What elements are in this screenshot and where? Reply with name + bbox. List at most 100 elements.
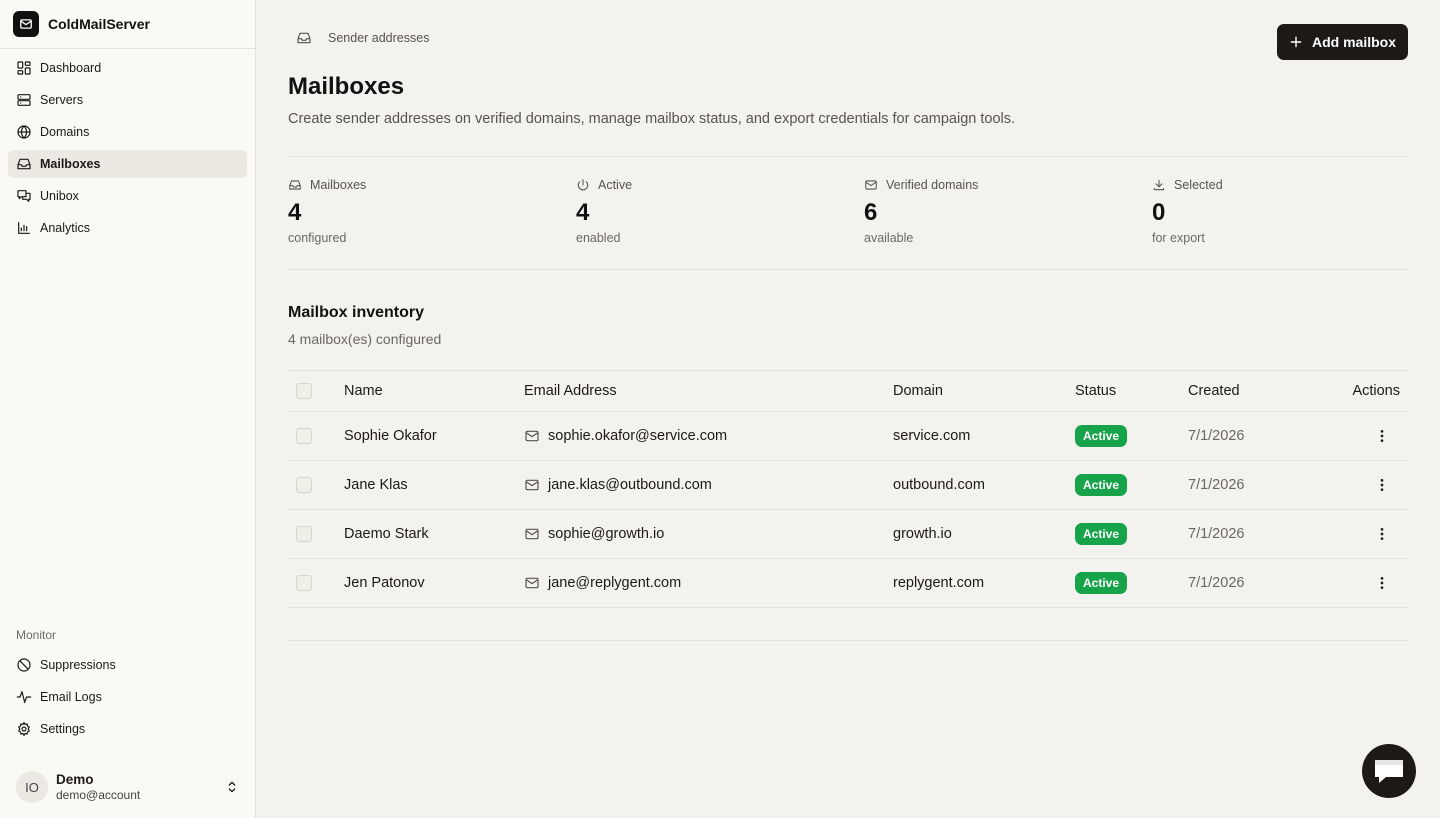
stat-selected: Selected 0 for export — [1152, 177, 1412, 245]
status-badge: Active — [1075, 523, 1128, 545]
mail-icon — [525, 528, 539, 540]
stat-sub: enabled — [576, 231, 621, 245]
divider — [288, 156, 1408, 157]
mail-icon — [525, 479, 539, 491]
stat-label: Active — [598, 178, 633, 192]
chart-icon — [18, 222, 30, 234]
select-all-checkbox[interactable] — [296, 383, 312, 399]
sidebar-item-suppressions[interactable]: Suppressions — [8, 651, 247, 679]
stat-sub: available — [864, 231, 914, 245]
stat-active: Active 4 enabled — [576, 177, 836, 245]
status-badge: Active — [1075, 425, 1128, 447]
dashboard-icon — [17, 61, 31, 75]
sidebar-item-mailboxes[interactable]: Mailboxes — [8, 150, 247, 178]
avatar: IO — [16, 771, 48, 803]
breadcrumb: Sender addresses — [296, 30, 429, 46]
mailbox-domain: replygent.com — [893, 575, 985, 591]
activity-icon — [16, 691, 32, 703]
sidebar-item-domains[interactable]: Domains — [8, 118, 247, 146]
status-badge: Active — [1075, 474, 1128, 496]
mail-icon — [525, 577, 539, 589]
plus-icon — [1290, 36, 1302, 48]
table-row[interactable]: Jen Patonov jane@replygent.com replygent… — [288, 559, 1408, 608]
more-vertical-icon[interactable] — [1374, 526, 1390, 542]
user-name: Demo — [56, 771, 94, 787]
divider — [288, 640, 1408, 641]
sidebar-item-label: Suppressions — [40, 658, 116, 672]
mailbox-email: sophie.okafor@service.com — [548, 428, 728, 444]
chat-bubble-icon — [1375, 760, 1403, 783]
mailbox-email: sophie@growth.io — [548, 526, 665, 542]
inventory-title: Mailbox inventory — [288, 304, 425, 321]
mailbox-name: Jen Patonov — [344, 575, 425, 591]
stat-value: 0 — [1152, 199, 1166, 226]
main-nav: Dashboard Servers Domains Mailboxes Unib… — [8, 54, 247, 246]
more-vertical-icon[interactable] — [1374, 575, 1390, 591]
mailbox-domain: outbound.com — [893, 477, 985, 493]
table-row[interactable]: Daemo Stark sophie@growth.io growth.io A… — [288, 510, 1408, 559]
mail-logo-icon — [13, 11, 39, 37]
sidebar-item-analytics[interactable]: Analytics — [8, 214, 247, 242]
globe-icon — [17, 125, 31, 139]
add-mailbox-button[interactable]: Add mailbox — [1277, 24, 1408, 60]
stat-sub: configured — [288, 231, 347, 245]
main-content: Sender addresses Add mailbox Mailboxes C… — [256, 0, 1440, 818]
stat-value: 4 — [576, 199, 590, 226]
user-menu[interactable]: IO Demo demo@account — [16, 770, 240, 804]
sidebar-item-email-logs[interactable]: Email Logs — [8, 683, 247, 711]
row-checkbox[interactable] — [296, 526, 312, 542]
sidebar: ColdMailServer Dashboard Servers Domains… — [0, 0, 256, 818]
mailbox-created: 7/1/2026 — [1188, 477, 1245, 493]
column-header-domain[interactable]: Domain — [893, 371, 943, 411]
stat-value: 6 — [864, 199, 878, 226]
inbox-icon — [289, 180, 301, 190]
table-row[interactable]: Sophie Okafor sophie.okafor@service.com … — [288, 412, 1408, 461]
chat-icon — [17, 190, 31, 202]
stat-mailboxes: Mailboxes 4 configured — [288, 177, 548, 245]
sidebar-item-unibox[interactable]: Unibox — [8, 182, 247, 210]
server-icon — [17, 94, 31, 106]
stat-label: Mailboxes — [310, 178, 367, 192]
more-vertical-icon[interactable] — [1374, 428, 1390, 444]
more-vertical-icon[interactable] — [1374, 477, 1390, 493]
inventory-subtitle: 4 mailbox(es) configured — [288, 331, 442, 347]
divider — [288, 269, 1408, 270]
sidebar-item-servers[interactable]: Servers — [8, 86, 247, 114]
monitor-nav: Suppressions Email Logs Settings — [8, 651, 247, 747]
sidebar-item-label: Mailboxes — [40, 157, 101, 171]
mailbox-name: Sophie Okafor — [344, 428, 437, 444]
mailbox-created: 7/1/2026 — [1188, 526, 1245, 542]
mailbox-table: Name Email Address Domain Status Created… — [288, 370, 1408, 608]
row-checkbox[interactable] — [296, 477, 312, 493]
stat-label: Verified domains — [886, 178, 979, 192]
column-header-email[interactable]: Email Address — [524, 371, 617, 411]
mailbox-email: jane.klas@outbound.com — [548, 477, 712, 493]
sidebar-item-label: Analytics — [40, 221, 91, 235]
column-header-status[interactable]: Status — [1075, 371, 1116, 411]
row-checkbox[interactable] — [296, 575, 312, 591]
stat-label: Selected — [1174, 178, 1223, 192]
sidebar-item-label: Servers — [40, 93, 84, 107]
mailbox-name: Jane Klas — [344, 477, 408, 493]
power-icon — [577, 179, 589, 191]
column-header-name[interactable]: Name — [344, 371, 383, 411]
mailbox-domain: service.com — [893, 428, 971, 444]
ban-icon — [17, 658, 31, 672]
breadcrumb-label: Sender addresses — [328, 31, 430, 45]
page-subtitle: Create sender addresses on verified doma… — [288, 111, 1016, 127]
column-header-created[interactable]: Created — [1188, 371, 1240, 411]
app-name: ColdMailServer — [48, 16, 150, 32]
brand[interactable]: ColdMailServer — [0, 0, 255, 49]
sidebar-item-label: Dashboard — [40, 61, 102, 75]
table-row[interactable]: Jane Klas jane.klas@outbound.com outboun… — [288, 461, 1408, 510]
mailbox-email: jane@replygent.com — [548, 575, 682, 591]
sidebar-item-dashboard[interactable]: Dashboard — [8, 54, 247, 82]
download-icon — [1153, 179, 1165, 191]
sidebar-item-settings[interactable]: Settings — [8, 715, 247, 743]
row-checkbox[interactable] — [296, 428, 312, 444]
page-title: Mailboxes — [288, 73, 405, 100]
support-chat-button[interactable] — [1362, 744, 1416, 798]
chevron-up-down-icon[interactable] — [224, 779, 240, 795]
mailbox-created: 7/1/2026 — [1188, 575, 1245, 591]
mail-icon — [525, 430, 539, 442]
